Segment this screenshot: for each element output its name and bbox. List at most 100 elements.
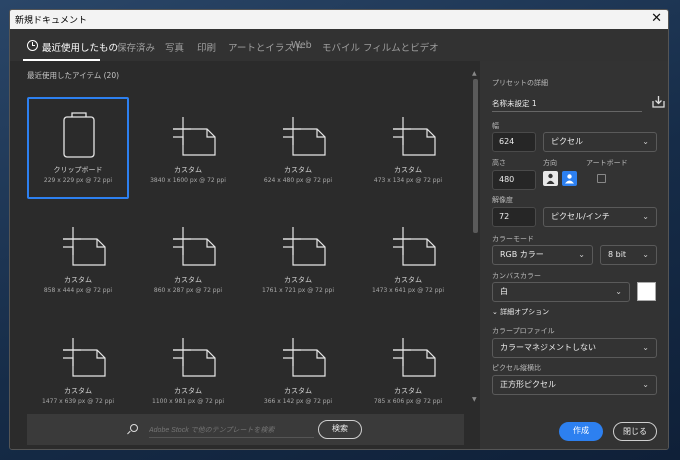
width-label: 幅 <box>492 122 499 130</box>
preset-tile[interactable]: クリップボード 229 x 229 px @ 72 ppi <box>27 97 129 199</box>
document-preset-icon <box>173 338 216 377</box>
tab-print[interactable]: 印刷 <box>197 40 216 54</box>
canvas-color-swatch[interactable] <box>637 282 656 301</box>
pixel-aspect-label: ピクセル縦横比 <box>492 364 541 372</box>
landscape-orientation-button[interactable] <box>562 171 577 186</box>
recent-items-heading: 最近使用したアイテム (20) <box>27 71 120 80</box>
tab-film-video[interactable]: フィルムとビデオ <box>363 40 439 54</box>
chevron-down-icon: ⌄ <box>642 343 649 352</box>
canvas-color-label: カンバスカラー <box>492 272 541 280</box>
resolution-label: 解像度 <box>492 196 513 204</box>
document-preset-icon <box>393 227 436 266</box>
stock-search-input[interactable] <box>149 424 314 438</box>
document-preset-icon <box>283 117 326 156</box>
document-preset-icon <box>173 117 216 156</box>
preset-size: 473 x 134 px @ 72 ppi <box>373 177 443 184</box>
preset-tile[interactable]: カスタム 785 x 606 px @ 72 ppi <box>357 318 459 420</box>
scroll-down-icon[interactable]: ▼ <box>472 396 477 403</box>
advanced-options-toggle[interactable]: ⌄ 詳細オプション <box>492 307 549 317</box>
new-document-dialog: 新規ドキュメント ✕ 最近使用したもの 保存済み 写真 印刷 アートとイラスト … <box>9 9 669 450</box>
preset-name: カスタム <box>64 276 92 284</box>
preset-tile[interactable]: カスタム 1100 x 981 px @ 72 ppi <box>137 318 239 420</box>
search-button[interactable]: 検索 <box>318 420 362 439</box>
document-preset-icon <box>283 338 326 377</box>
close-icon[interactable]: ✕ <box>651 11 662 27</box>
preset-details-heading: プリセットの詳細 <box>492 79 548 87</box>
preset-size: 229 x 229 px @ 72 ppi <box>43 177 113 184</box>
preset-size: 858 x 444 px @ 72 ppi <box>43 287 113 294</box>
preset-size: 1761 x 721 px @ 72 ppi <box>262 287 334 294</box>
preset-name: クリップボード <box>53 166 103 174</box>
preset-tile[interactable]: カスタム 860 x 287 px @ 72 ppi <box>137 207 239 309</box>
canvas-color-value: 白 <box>500 287 508 296</box>
recent-items-panel: 最近使用したアイテム (20) クリップボード 229 x 229 px @ 72… <box>10 61 480 449</box>
pixel-aspect-select[interactable]: 正方形ピクセル ⌄ <box>492 375 657 395</box>
canvas-color-select[interactable]: 白 ⌄ <box>492 282 630 302</box>
tab-photo[interactable]: 写真 <box>165 40 184 54</box>
preset-name: カスタム <box>174 387 202 395</box>
preset-tile[interactable]: カスタム 624 x 480 px @ 72 ppi <box>247 97 349 199</box>
orientation-label: 方向 <box>543 159 557 167</box>
color-profile-select[interactable]: カラーマネジメントしない ⌄ <box>492 338 657 358</box>
preset-size: 366 x 142 px @ 72 ppi <box>263 398 333 405</box>
create-button[interactable]: 作成 <box>559 422 603 441</box>
scrollbar[interactable]: ▲ ▼ <box>472 70 480 404</box>
color-profile-label: カラープロファイル <box>492 327 555 335</box>
bit-depth-value: 8 bit <box>608 250 627 259</box>
tab-web[interactable]: Web <box>291 40 312 51</box>
window-title: 新規ドキュメント <box>15 16 88 26</box>
preset-name: カスタム <box>174 276 202 284</box>
tab-recent[interactable]: 最近使用したもの <box>42 40 118 54</box>
document-preset-icon <box>173 227 216 266</box>
color-mode-label: カラーモード <box>492 235 534 243</box>
chevron-down-icon: ⌄ <box>642 380 649 389</box>
preset-details-panel: プリセットの詳細 名称未設定 1 幅 624 ピクセル ⌄ 高さ 方向 アートボ… <box>480 61 668 449</box>
preset-name: カスタム <box>174 166 202 174</box>
preset-name: カスタム <box>284 276 312 284</box>
name-underline <box>492 111 642 112</box>
bit-depth-select[interactable]: 8 bit ⌄ <box>600 245 657 265</box>
pixel-aspect-value: 正方形ピクセル <box>500 380 556 389</box>
advanced-options-label: 詳細オプション <box>500 308 550 316</box>
preset-size: 785 x 606 px @ 72 ppi <box>373 398 443 405</box>
preset-name: カスタム <box>394 276 422 284</box>
width-input[interactable]: 624 <box>492 132 536 152</box>
scroll-up-icon[interactable]: ▲ <box>472 70 477 77</box>
close-button[interactable]: 閉じる <box>613 422 657 441</box>
preset-size: 1100 x 981 px @ 72 ppi <box>152 398 224 405</box>
save-preset-icon[interactable] <box>652 95 665 108</box>
chevron-down-icon: ⌄ <box>578 250 585 259</box>
color-profile-value: カラーマネジメントしない <box>500 343 596 352</box>
resolution-unit-select[interactable]: ピクセル/インチ ⌄ <box>543 207 657 227</box>
height-input[interactable]: 480 <box>492 170 536 190</box>
category-tabs: 最近使用したもの 保存済み 写真 印刷 アートとイラスト Web モバイル フィ… <box>10 29 668 61</box>
preset-name: カスタム <box>284 166 312 174</box>
preset-tile[interactable]: カスタム 1473 x 641 px @ 72 ppi <box>357 207 459 309</box>
title-bar: 新規ドキュメント ✕ <box>10 10 668 29</box>
resolution-input[interactable]: 72 <box>492 207 536 227</box>
tab-mobile[interactable]: モバイル <box>322 40 360 54</box>
artboard-checkbox[interactable] <box>597 174 606 183</box>
preset-size: 1477 x 639 px @ 72 ppi <box>42 398 114 405</box>
chevron-down-icon: ⌄ <box>492 308 498 316</box>
preset-tile[interactable]: カスタム 473 x 134 px @ 72 ppi <box>357 97 459 199</box>
preset-tile[interactable]: カスタム 1761 x 721 px @ 72 ppi <box>247 207 349 309</box>
document-preset-icon <box>283 227 326 266</box>
preset-name: カスタム <box>394 387 422 395</box>
preset-name: カスタム <box>394 166 422 174</box>
portrait-orientation-button[interactable] <box>543 171 558 186</box>
preset-tile[interactable]: カスタム 366 x 142 px @ 72 ppi <box>247 318 349 420</box>
preset-tile[interactable]: カスタム 3840 x 1600 px @ 72 ppi <box>137 97 239 199</box>
tab-saved[interactable]: 保存済み <box>117 40 155 54</box>
preset-tile[interactable]: カスタム 1477 x 639 px @ 72 ppi <box>27 318 129 420</box>
scrollbar-thumb[interactable] <box>473 79 478 233</box>
document-preset-icon <box>393 338 436 377</box>
color-mode-select[interactable]: RGB カラー ⌄ <box>492 245 593 265</box>
width-unit-value: ピクセル <box>551 137 583 146</box>
preset-name: カスタム <box>284 387 312 395</box>
document-name-field[interactable]: 名称未設定 1 <box>492 98 537 109</box>
preset-tile[interactable]: カスタム 858 x 444 px @ 72 ppi <box>27 207 129 309</box>
chevron-down-icon: ⌄ <box>642 250 649 259</box>
width-unit-select[interactable]: ピクセル ⌄ <box>543 132 657 152</box>
portrait-icon <box>546 173 555 184</box>
